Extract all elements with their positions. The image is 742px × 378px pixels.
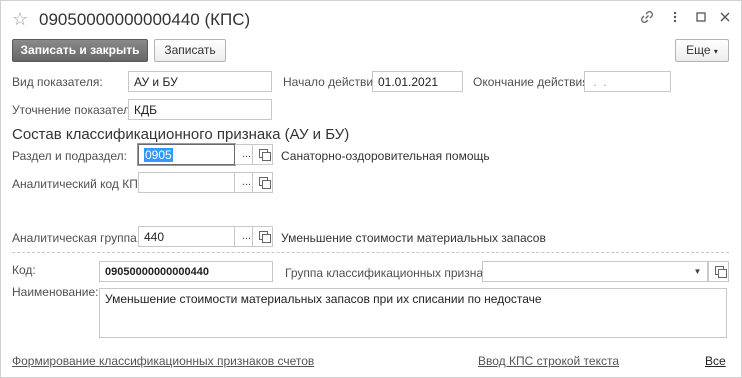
name-label: Наименование:	[12, 285, 99, 299]
star-icon[interactable]: ☆	[12, 9, 28, 30]
clarify-field[interactable]: КДБ	[128, 99, 272, 120]
more-icon[interactable]	[667, 10, 683, 26]
maximize-icon[interactable]	[693, 10, 709, 26]
group-field[interactable]	[482, 261, 690, 282]
razdel-value: 0905	[144, 148, 173, 162]
input-kps-text-link[interactable]: Ввод КПС строкой текста	[478, 354, 619, 368]
razdel-description: Санаторно-оздоровительная помощь	[281, 149, 490, 163]
section-title: Состав классификационного признака (АУ и…	[12, 126, 350, 143]
form-classification-link[interactable]: Формирование классификационных признаков…	[12, 354, 314, 368]
end-date-label: Окончание действия:	[473, 75, 593, 89]
start-date-label: Начало действия:	[283, 75, 383, 89]
all-link[interactable]: Все	[705, 354, 726, 368]
code-field[interactable]: 09050000000000440	[99, 261, 273, 282]
close-icon[interactable]	[717, 10, 733, 26]
analytic-code-label: Аналитический код КПС:	[12, 177, 150, 191]
name-textarea[interactable]: Уменьшение стоимости материальных запасо…	[99, 288, 727, 338]
analytic-group-label: Аналитическая группа:	[12, 231, 141, 245]
section-divider	[12, 252, 729, 253]
razdel-open-icon[interactable]	[252, 144, 273, 165]
clarify-label: Уточнение показателя:	[12, 103, 140, 117]
form-window: ☆ 09050000000000440 (КПС) Записать и зак…	[0, 0, 742, 378]
indicator-type-field[interactable]: АУ и БУ	[128, 71, 272, 92]
chevron-down-icon: ▾	[713, 47, 718, 56]
analytic-group-open-icon[interactable]	[252, 226, 273, 247]
code-label: Код:	[12, 263, 36, 277]
analytic-group-description: Уменьшение стоимости материальных запасо…	[281, 231, 546, 245]
window-title: 09050000000000440 (КПС)	[39, 10, 251, 29]
group-label: Группа классификационных признаков:	[285, 266, 505, 280]
start-date-field[interactable]: 01.01.2021	[372, 71, 463, 92]
indicator-type-label: Вид показателя:	[12, 75, 103, 89]
link-icon[interactable]	[639, 10, 655, 26]
analytic-code-field[interactable]	[138, 172, 235, 193]
end-date-field[interactable]: . .	[584, 71, 671, 92]
analytic-group-field[interactable]: 440	[138, 226, 235, 247]
group-dropdown-arrow-icon[interactable]: ▼	[688, 261, 708, 282]
save-and-close-button[interactable]: Записать и закрыть	[12, 39, 148, 62]
more-label: Еще	[686, 43, 711, 57]
more-button[interactable]: Еще ▾	[675, 39, 729, 62]
analytic-code-open-icon[interactable]	[252, 172, 273, 193]
save-button[interactable]: Записать	[154, 39, 226, 62]
group-open-icon[interactable]	[708, 261, 729, 282]
razdel-label: Раздел и подраздел:	[12, 149, 128, 163]
razdel-field[interactable]: 0905	[138, 144, 235, 165]
